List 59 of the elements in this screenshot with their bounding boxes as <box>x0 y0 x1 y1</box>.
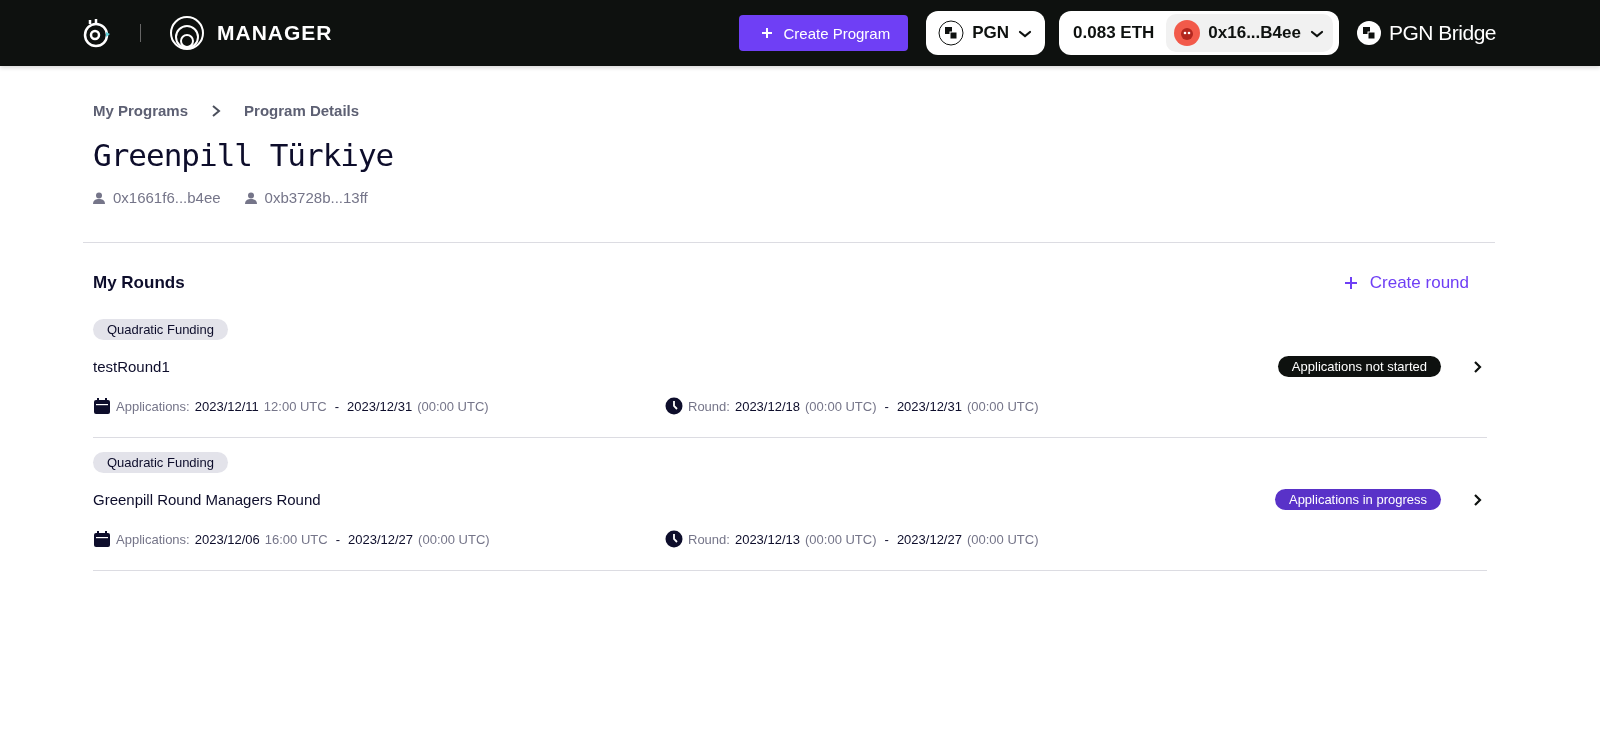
start-time: 16:00 UTC <box>264 531 328 547</box>
date-label: Round: <box>688 531 730 547</box>
date-separator: - <box>884 398 889 414</box>
chevron-right-icon <box>1473 492 1483 507</box>
status-badge: Applications in progress <box>1274 489 1441 510</box>
network-selector[interactable]: PGN <box>926 11 1046 55</box>
end-time: (00:00 UTC) <box>966 398 1039 414</box>
date-separator: - <box>334 398 340 414</box>
start-time: 12:00 UTC <box>263 398 327 414</box>
user-icon <box>244 191 257 204</box>
brand-title: MANAGER <box>217 21 333 45</box>
round-name: Greenpill Round Managers Round <box>93 491 322 508</box>
end-time: (00:00 UTC) <box>966 531 1039 547</box>
bridge-link[interactable]: PGN Bridge <box>1356 21 1496 45</box>
start-date: 2023/12/13 <box>734 531 800 547</box>
round-type-tag: Quadratic Funding <box>93 319 228 340</box>
clock-icon <box>665 530 683 548</box>
create-round-link[interactable]: Create round <box>1343 273 1469 293</box>
end-date: 2023/12/31 <box>347 398 413 414</box>
start-date: 2023/12/18 <box>734 398 800 414</box>
plus-icon <box>1343 276 1358 290</box>
date-label: Applications: <box>116 398 190 414</box>
program-title: Greenpill Türkiye <box>93 137 395 173</box>
end-time: (00:00 UTC) <box>418 531 490 547</box>
section-title: My Rounds <box>93 273 185 293</box>
end-time: (00:00 UTC) <box>417 398 489 414</box>
date-separator: - <box>884 531 889 547</box>
account-selector[interactable]: 0x16...B4ee <box>1166 14 1333 52</box>
breadcrumb-link[interactable]: My Programs <box>93 102 189 119</box>
end-date: 2023/12/27 <box>896 531 962 547</box>
calendar-icon <box>93 397 111 415</box>
round-name: testRound1 <box>93 358 171 375</box>
balance-text: 0.083 ETH <box>1073 23 1155 43</box>
start-date: 2023/12/11 <box>194 398 259 414</box>
operator-address: 0xb3728b...13ff <box>264 189 368 206</box>
calendar-icon <box>93 530 111 548</box>
breadcrumb-link[interactable]: Program Details <box>244 102 360 119</box>
avatar-icon <box>1174 20 1201 46</box>
date-label: Applications: <box>116 531 190 547</box>
date-label: Round: <box>688 398 730 414</box>
chevron-right-icon <box>1473 359 1483 374</box>
round-type-tag: Quadratic Funding <box>93 452 228 473</box>
status-badge: Applications not started <box>1277 356 1441 377</box>
start-time: (00:00 UTC) <box>805 531 877 547</box>
rings-logo-icon <box>169 15 205 51</box>
end-date: 2023/12/27 <box>348 531 414 547</box>
date-separator: - <box>335 531 340 547</box>
network-logo-icon <box>938 20 965 46</box>
user-icon <box>93 191 105 204</box>
operator-address: 0x1661f6...b4ee <box>113 189 221 206</box>
chevron-right-icon <box>210 103 223 118</box>
end-date: 2023/12/31 <box>896 398 962 414</box>
network-logo-icon <box>1356 21 1381 45</box>
start-date: 2023/12/06 <box>194 531 260 547</box>
create-program-button[interactable]: Create Program <box>739 15 909 51</box>
clock-icon <box>665 397 683 415</box>
start-time: (00:00 UTC) <box>805 398 877 414</box>
logo-icon <box>82 17 112 49</box>
plus-icon <box>761 27 774 39</box>
